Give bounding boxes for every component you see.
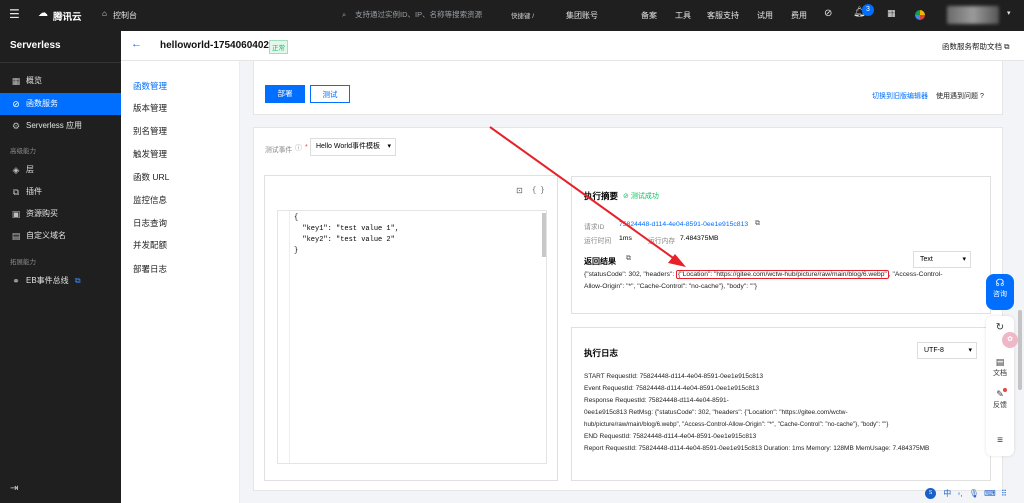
microphone-icon[interactable]: 🎙︎ [969, 489, 979, 498]
headset-icon: ☊ [995, 278, 1005, 289]
keyboard-icon[interactable]: ⌨ [984, 489, 996, 498]
feedback-dot [1003, 388, 1007, 392]
ime-toolbar: S 中 ◦, 🎙︎ ⌨ ⠿ [925, 488, 1024, 503]
page-scrollbar[interactable] [1018, 310, 1022, 390]
docs-button[interactable]: ▤ 文档 [987, 357, 1013, 378]
book-icon: ▤ [995, 357, 1005, 367]
feedback-icon: ✎ [996, 389, 1004, 399]
ime-logo-icon[interactable]: S [925, 488, 936, 500]
list-menu-icon[interactable]: ≡ [987, 435, 1013, 446]
ai-assistant-avatar[interactable]: ✿ [1002, 332, 1018, 348]
consult-button[interactable]: ☊ 咨询 [986, 274, 1014, 310]
annotation-arrow [489, 126, 686, 267]
feedback-button[interactable]: ✎ 反馈 [987, 389, 1013, 410]
ime-grid-icon[interactable]: ⠿ [1001, 489, 1007, 498]
ime-language-indicator[interactable]: 中 [943, 489, 951, 498]
punctuation-icon[interactable]: ◦, [957, 489, 962, 498]
